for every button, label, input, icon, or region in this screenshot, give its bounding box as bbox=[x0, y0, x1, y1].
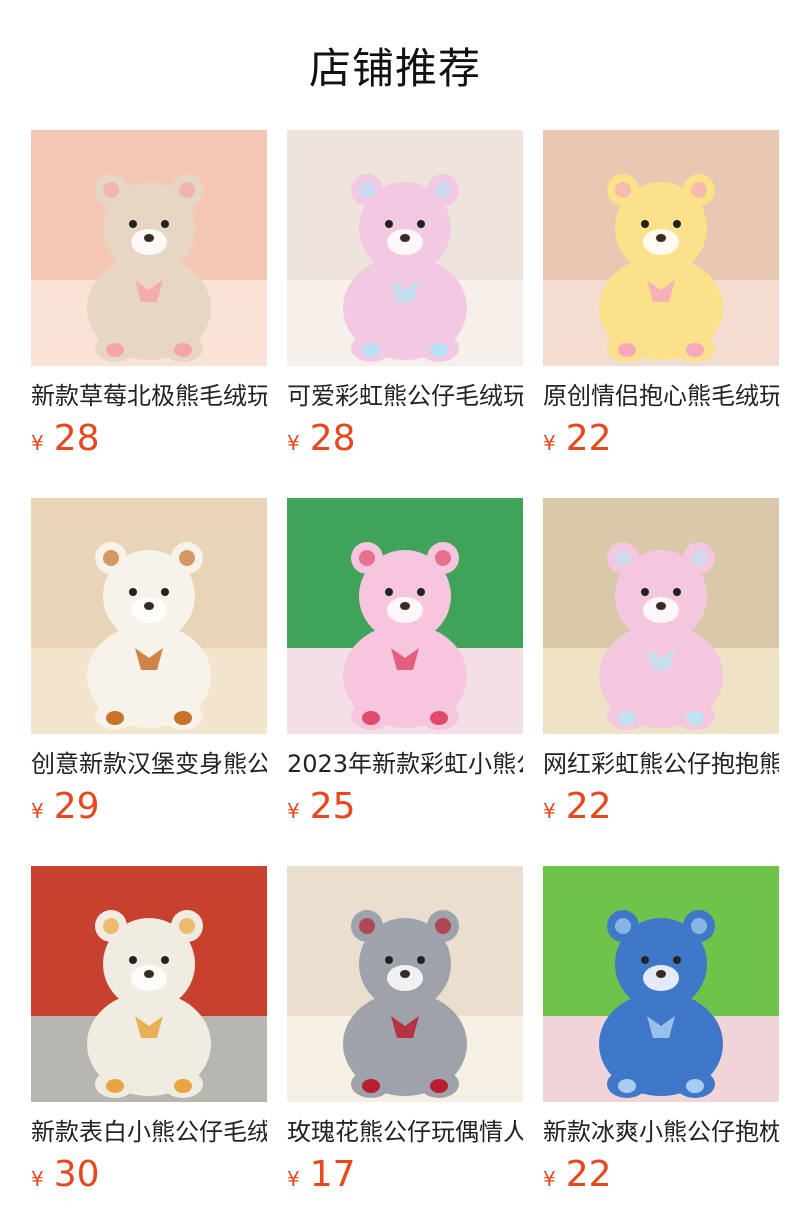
product-card[interactable]: 创意新款汉堡变身熊公仔 ¥29 bbox=[31, 498, 267, 827]
price-value: 22 bbox=[565, 418, 612, 459]
currency-symbol: ¥ bbox=[287, 1167, 300, 1191]
product-price: ¥29 bbox=[31, 786, 267, 827]
product-name[interactable]: 原创情侣抱心熊毛绒玩具 bbox=[543, 378, 779, 414]
currency-symbol: ¥ bbox=[287, 799, 300, 823]
currency-symbol: ¥ bbox=[543, 1167, 556, 1191]
product-card[interactable]: 玫瑰花熊公仔玩偶情人节 ¥17 bbox=[287, 866, 523, 1195]
product-card[interactable]: 新款草莓北极熊毛绒玩具 ¥28 bbox=[31, 130, 267, 459]
price-value: 22 bbox=[565, 786, 612, 827]
price-value: 29 bbox=[53, 786, 100, 827]
price-value: 22 bbox=[565, 1154, 612, 1195]
product-price: ¥17 bbox=[287, 1154, 523, 1195]
product-image[interactable] bbox=[31, 130, 267, 366]
currency-symbol: ¥ bbox=[31, 1167, 44, 1191]
product-price: ¥22 bbox=[543, 786, 779, 827]
product-name[interactable]: 新款草莓北极熊毛绒玩具 bbox=[31, 378, 267, 414]
product-image[interactable] bbox=[543, 866, 779, 1102]
product-card[interactable]: 新款表白小熊公仔毛绒玩具 ¥30 bbox=[31, 866, 267, 1195]
product-image[interactable] bbox=[543, 130, 779, 366]
price-value: 28 bbox=[53, 418, 100, 459]
product-price: ¥22 bbox=[543, 1154, 779, 1195]
product-card[interactable]: 新款冰爽小熊公仔抱枕 ¥22 bbox=[543, 866, 779, 1195]
product-name[interactable]: 创意新款汉堡变身熊公仔 bbox=[31, 746, 267, 782]
product-image[interactable] bbox=[31, 866, 267, 1102]
section-title: 店铺推荐 bbox=[308, 43, 481, 93]
product-image[interactable] bbox=[543, 498, 779, 734]
price-value: 17 bbox=[309, 1154, 356, 1195]
product-image[interactable] bbox=[287, 498, 523, 734]
product-image[interactable] bbox=[31, 498, 267, 734]
product-image[interactable] bbox=[287, 130, 523, 366]
product-name[interactable]: 新款冰爽小熊公仔抱枕 bbox=[543, 1114, 779, 1150]
currency-symbol: ¥ bbox=[31, 799, 44, 823]
price-value: 25 bbox=[309, 786, 356, 827]
currency-symbol: ¥ bbox=[31, 431, 44, 455]
product-name[interactable]: 2023年新款彩虹小熊公仔 bbox=[287, 746, 523, 782]
product-price: ¥28 bbox=[287, 418, 523, 459]
product-price: ¥25 bbox=[287, 786, 523, 827]
currency-symbol: ¥ bbox=[287, 431, 300, 455]
product-name[interactable]: 可爱彩虹熊公仔毛绒玩具 bbox=[287, 378, 523, 414]
currency-symbol: ¥ bbox=[543, 799, 556, 823]
product-card[interactable]: 2023年新款彩虹小熊公仔 ¥25 bbox=[287, 498, 523, 827]
product-price: ¥30 bbox=[31, 1154, 267, 1195]
product-name[interactable]: 新款表白小熊公仔毛绒玩具 bbox=[31, 1114, 267, 1150]
product-name[interactable]: 网红彩虹熊公仔抱抱熊 bbox=[543, 746, 779, 782]
product-price: ¥22 bbox=[543, 418, 779, 459]
price-value: 28 bbox=[309, 418, 356, 459]
product-price: ¥28 bbox=[31, 418, 267, 459]
currency-symbol: ¥ bbox=[543, 431, 556, 455]
product-card[interactable]: 网红彩虹熊公仔抱抱熊 ¥22 bbox=[543, 498, 779, 827]
product-card[interactable]: 原创情侣抱心熊毛绒玩具 ¥22 bbox=[543, 130, 779, 459]
price-value: 30 bbox=[53, 1154, 100, 1195]
product-card[interactable]: 可爱彩虹熊公仔毛绒玩具 ¥28 bbox=[287, 130, 523, 459]
product-name[interactable]: 玫瑰花熊公仔玩偶情人节 bbox=[287, 1114, 523, 1150]
product-image[interactable] bbox=[287, 866, 523, 1102]
